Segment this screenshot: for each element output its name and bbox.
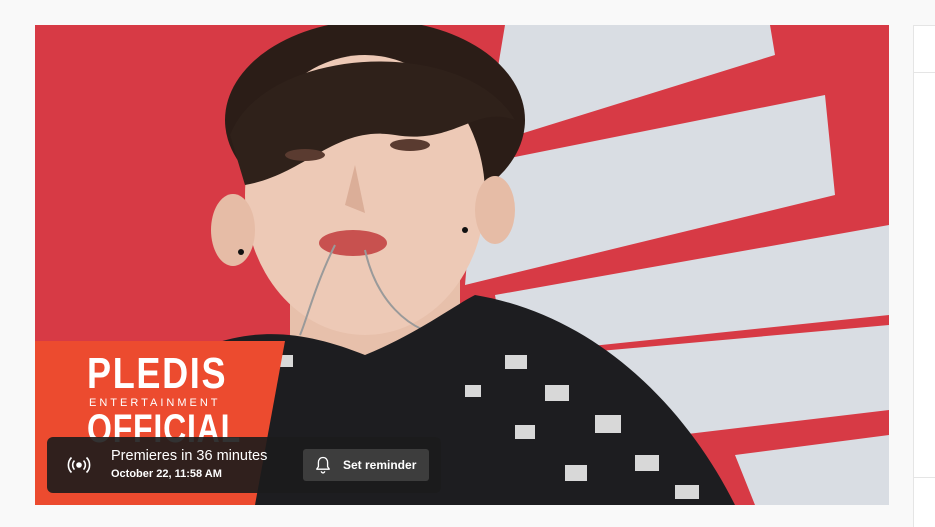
bell-icon (316, 456, 330, 474)
premiere-overlay: Premieres in 36 minutes October 22, 11:5… (47, 437, 441, 493)
secondary-panel-divider (913, 477, 935, 478)
premiere-date-text: October 22, 11:58 AM (111, 468, 222, 480)
set-reminder-label: Set reminder (343, 458, 417, 472)
logo-brand-text: PLEDIS (87, 349, 228, 398)
live-broadcast-icon (67, 456, 91, 474)
premiere-status-text: Premieres in 36 minutes (111, 448, 268, 464)
video-player[interactable]: PLEDIS ENTERTAINMENT OFFICIAL (35, 25, 889, 505)
secondary-panel (913, 25, 935, 527)
secondary-panel-header (913, 25, 935, 73)
set-reminder-button[interactable]: Set reminder (303, 449, 429, 481)
